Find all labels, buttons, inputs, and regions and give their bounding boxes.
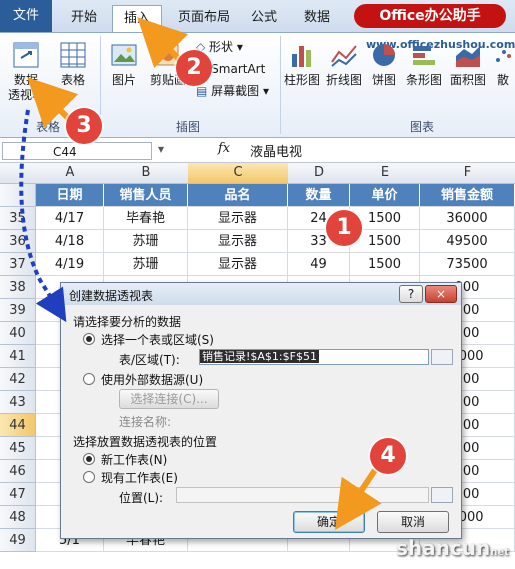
dotted-arrow-to-dialog (19, 109, 67, 323)
arrow-to-pivot-button (27, 77, 79, 129)
annotation-arrows (19, 17, 382, 530)
arrow-to-ok-button (335, 468, 382, 530)
step-badge-2: 2 (176, 50, 212, 86)
watermark: shancunnet (396, 536, 509, 560)
step-badge-1: 1 (326, 210, 362, 246)
step-badge-3: 3 (66, 108, 102, 144)
step-badge-4: 4 (370, 438, 406, 474)
watermark-main: shancun (396, 536, 491, 560)
arrow-to-insert-tab (137, 17, 189, 69)
watermark-sub: net (490, 547, 509, 558)
